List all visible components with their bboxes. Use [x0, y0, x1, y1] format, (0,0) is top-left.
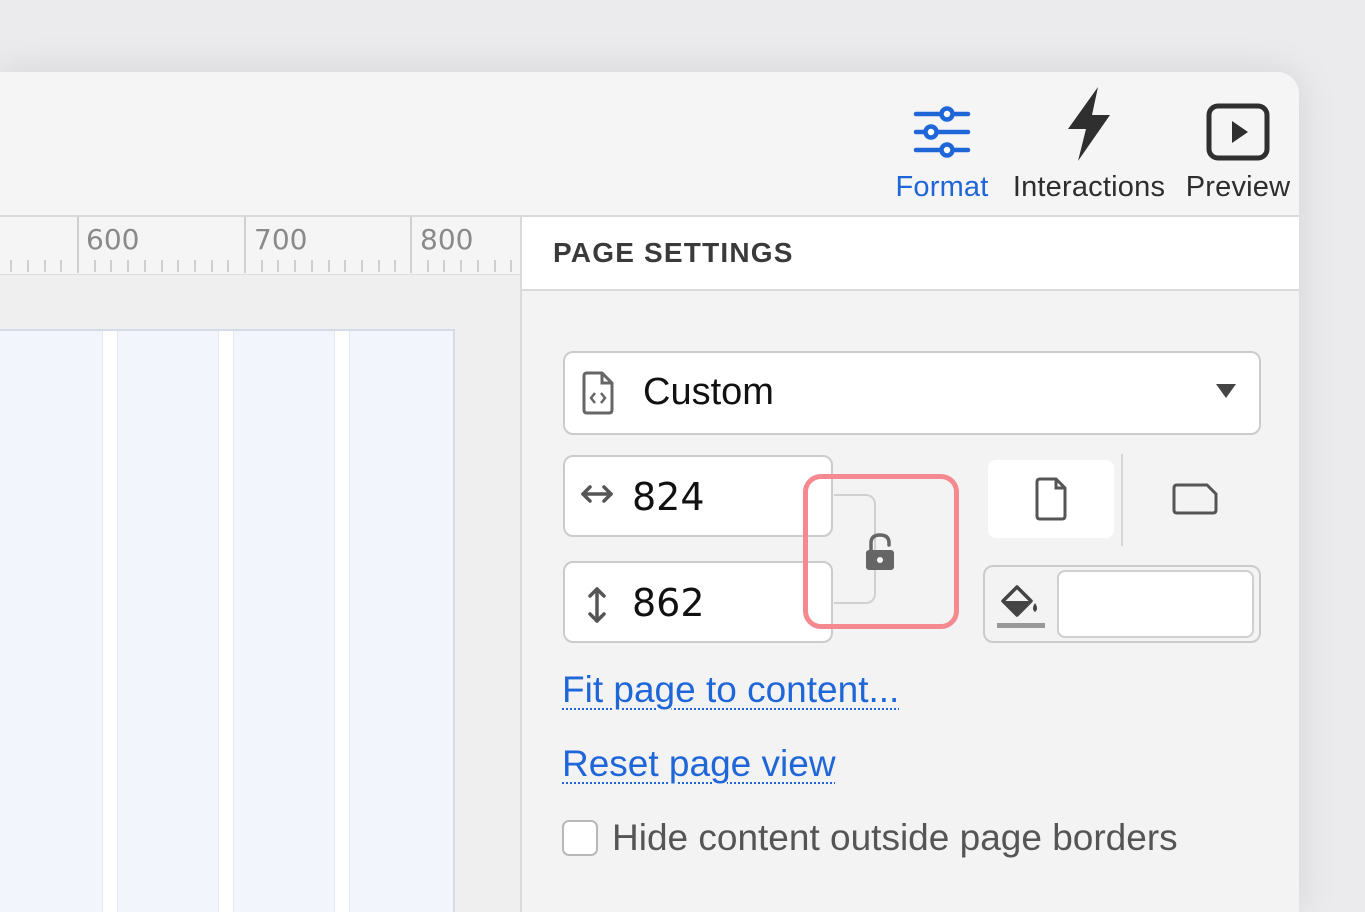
- paint-bucket-icon: [997, 585, 1045, 628]
- layout-grid-gutter: [218, 331, 234, 912]
- ruler-minor-tick: [327, 260, 330, 272]
- ruler-minor-tick: [294, 260, 297, 272]
- ruler-minor-tick: [193, 260, 196, 272]
- ruler-minor-tick: [377, 260, 380, 272]
- ruler-major-tick: [244, 217, 246, 273]
- layout-grid-gutter: [102, 331, 118, 912]
- width-input[interactable]: 824: [563, 455, 833, 537]
- ruler-major-tick: [410, 217, 412, 273]
- tab-interactions[interactable]: Interactions: [1000, 72, 1178, 217]
- height-value: 862: [632, 581, 705, 625]
- layout-grid-gutter: [334, 331, 350, 912]
- portrait-page-icon: [1035, 477, 1067, 521]
- height-input[interactable]: 862: [563, 561, 833, 643]
- orientation-divider: [1121, 454, 1123, 546]
- ruler-label: 600: [86, 223, 140, 256]
- ruler-minor-tick: [143, 260, 146, 272]
- ruler-minor-tick: [360, 260, 363, 272]
- ruler-minor-tick: [127, 260, 130, 272]
- ruler-minor-tick: [493, 260, 496, 272]
- page-artboard[interactable]: [0, 329, 455, 912]
- ruler-minor-tick: [460, 260, 463, 272]
- page-size-value: Custom: [643, 371, 774, 413]
- tab-format[interactable]: Format: [890, 72, 994, 217]
- ruler-minor-tick: [177, 260, 180, 272]
- hide-content-checkbox[interactable]: [562, 820, 598, 856]
- chevron-down-icon: [1216, 384, 1236, 398]
- vertical-arrows-icon: [588, 587, 606, 623]
- ruler-minor-tick: [476, 260, 479, 272]
- panel-header: PAGE SETTINGS: [522, 217, 1299, 291]
- hide-content-row: Hide content outside page borders: [562, 817, 1178, 859]
- ruler-minor-tick: [426, 260, 429, 272]
- ruler-minor-tick: [344, 260, 347, 272]
- ruler-minor-tick: [510, 260, 513, 272]
- play-icon: [1206, 103, 1270, 161]
- ruler-minor-tick: [260, 260, 263, 272]
- ruler-label: 800: [420, 223, 474, 256]
- landscape-orientation-button[interactable]: [1132, 460, 1258, 538]
- format-panel: PAGE SETTINGS Custom 824 862 Fit page to…: [520, 217, 1299, 912]
- document-code-icon: [582, 371, 614, 415]
- toolbar: Format Interactions Preview: [0, 72, 1299, 217]
- panel-title: PAGE SETTINGS: [553, 237, 794, 268]
- ruler-minor-tick: [310, 260, 313, 272]
- ruler-label: 700: [254, 223, 308, 256]
- tab-interactions-label: Interactions: [1012, 171, 1166, 203]
- ruler-minor-tick: [394, 260, 397, 272]
- ruler-minor-tick: [93, 260, 96, 272]
- lightning-icon: [1068, 87, 1110, 161]
- sliders-icon: [913, 106, 971, 158]
- fit-page-to-content-link[interactable]: Fit page to content...: [562, 669, 899, 711]
- page-size-select[interactable]: Custom: [563, 351, 1261, 435]
- ruler-minor-tick: [443, 260, 446, 272]
- landscape-page-icon: [1172, 483, 1218, 515]
- ruler-minor-tick: [10, 260, 13, 272]
- hide-content-label: Hide content outside page borders: [612, 817, 1178, 858]
- tab-preview-label: Preview: [1185, 171, 1291, 203]
- ruler-minor-tick: [227, 260, 230, 272]
- tab-format-label: Format: [895, 171, 989, 203]
- ruler-minor-tick: [110, 260, 113, 272]
- design-canvas[interactable]: [0, 275, 520, 912]
- background-fill-picker[interactable]: [983, 565, 1261, 643]
- reset-page-view-link[interactable]: Reset page view: [562, 743, 836, 785]
- horizontal-ruler: 600 700 800: [0, 217, 520, 275]
- fill-color-swatch[interactable]: [1057, 570, 1254, 638]
- ruler-minor-tick: [160, 260, 163, 272]
- ruler-minor-tick: [277, 260, 280, 272]
- ruler-minor-tick: [60, 260, 63, 272]
- ruler-major-tick: [77, 217, 79, 273]
- tab-preview[interactable]: Preview: [1180, 72, 1296, 217]
- horizontal-arrows-icon: [581, 485, 613, 503]
- highlight-annotation: [803, 474, 959, 629]
- ruler-minor-tick: [43, 260, 46, 272]
- portrait-orientation-button[interactable]: [988, 460, 1114, 538]
- ruler-minor-tick: [210, 260, 213, 272]
- width-value: 824: [632, 475, 705, 519]
- ruler-minor-tick: [26, 260, 29, 272]
- app-window: Format Interactions Preview 600 700 800 …: [0, 72, 1299, 912]
